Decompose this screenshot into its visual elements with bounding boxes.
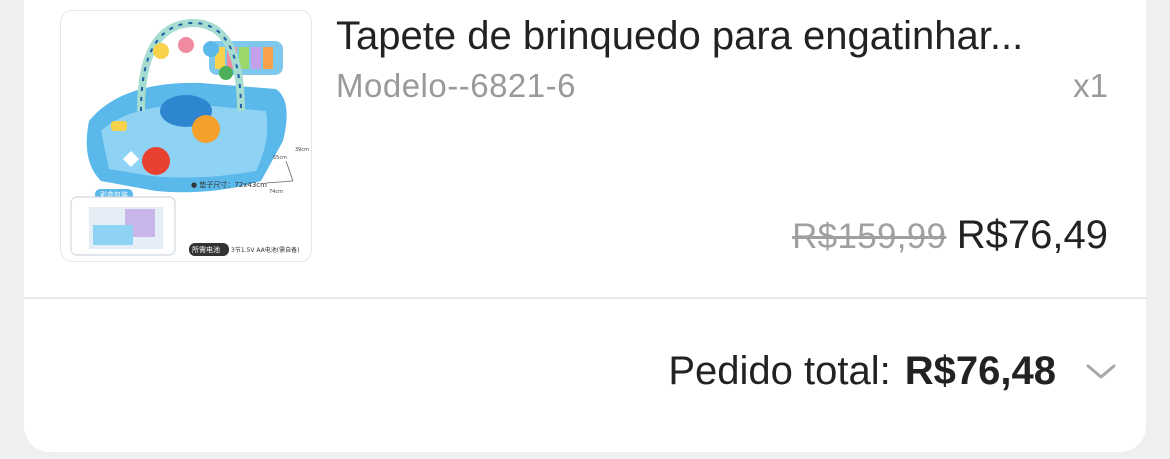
order-card: ● 垫子尺寸：72x43cm 55cm 74cm 39cm 彩盒包装 所需电池 … — [24, 0, 1146, 452]
dim-depth-label: 39cm — [295, 147, 309, 153]
product-title[interactable]: Tapete de brinquedo para engatinhar... — [336, 12, 1136, 60]
baby-play-mat-image: ● 垫子尺寸：72x43cm 55cm 74cm 39cm 彩盒包装 所需电池 … — [70, 18, 309, 256]
dim-width-label: 74cm — [269, 189, 283, 195]
original-price: R$159,99 — [792, 217, 947, 256]
product-variant: Modelo--6821-6 — [336, 67, 576, 104]
product-thumbnail[interactable]: ● 垫子尺寸：72x43cm 55cm 74cm 39cm 彩盒包装 所需电池 … — [60, 10, 312, 262]
order-total-label: Pedido total: — [668, 348, 891, 393]
price-group: R$159,99 R$76,49 — [792, 213, 1108, 258]
order-total-value: R$76,48 — [904, 348, 1056, 393]
battery-badge: 所需电池 — [192, 245, 220, 254]
sale-price: R$76,49 — [956, 213, 1108, 257]
dim-height-label: 55cm — [273, 155, 287, 161]
divider — [24, 297, 1146, 299]
product-quantity: x1 — [1073, 67, 1108, 104]
mat-size-label: ● 垫子尺寸：72x43cm — [191, 180, 267, 189]
order-total-row[interactable]: Pedido total: R$76,48 — [668, 343, 1118, 399]
chevron-down-icon[interactable] — [1084, 361, 1118, 381]
battery-text: 3节1.5V AA电池(需自备) — [231, 246, 299, 254]
